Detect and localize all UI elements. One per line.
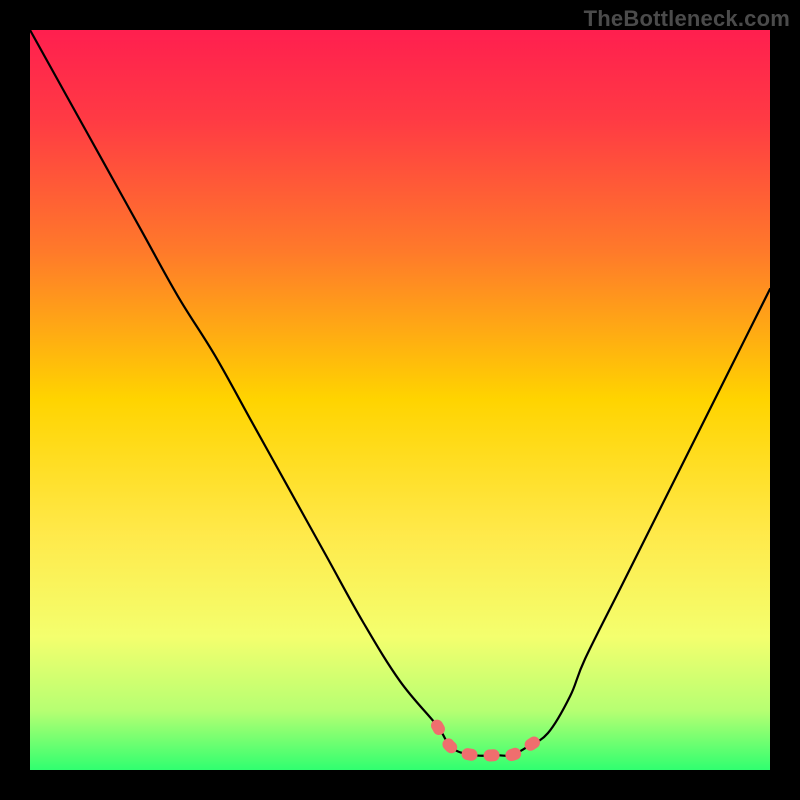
- gradient-background: [30, 30, 770, 770]
- watermark-text: TheBottleneck.com: [584, 6, 790, 32]
- plot-area: [30, 30, 770, 770]
- chart-svg: [30, 30, 770, 770]
- chart-container: TheBottleneck.com: [0, 0, 800, 800]
